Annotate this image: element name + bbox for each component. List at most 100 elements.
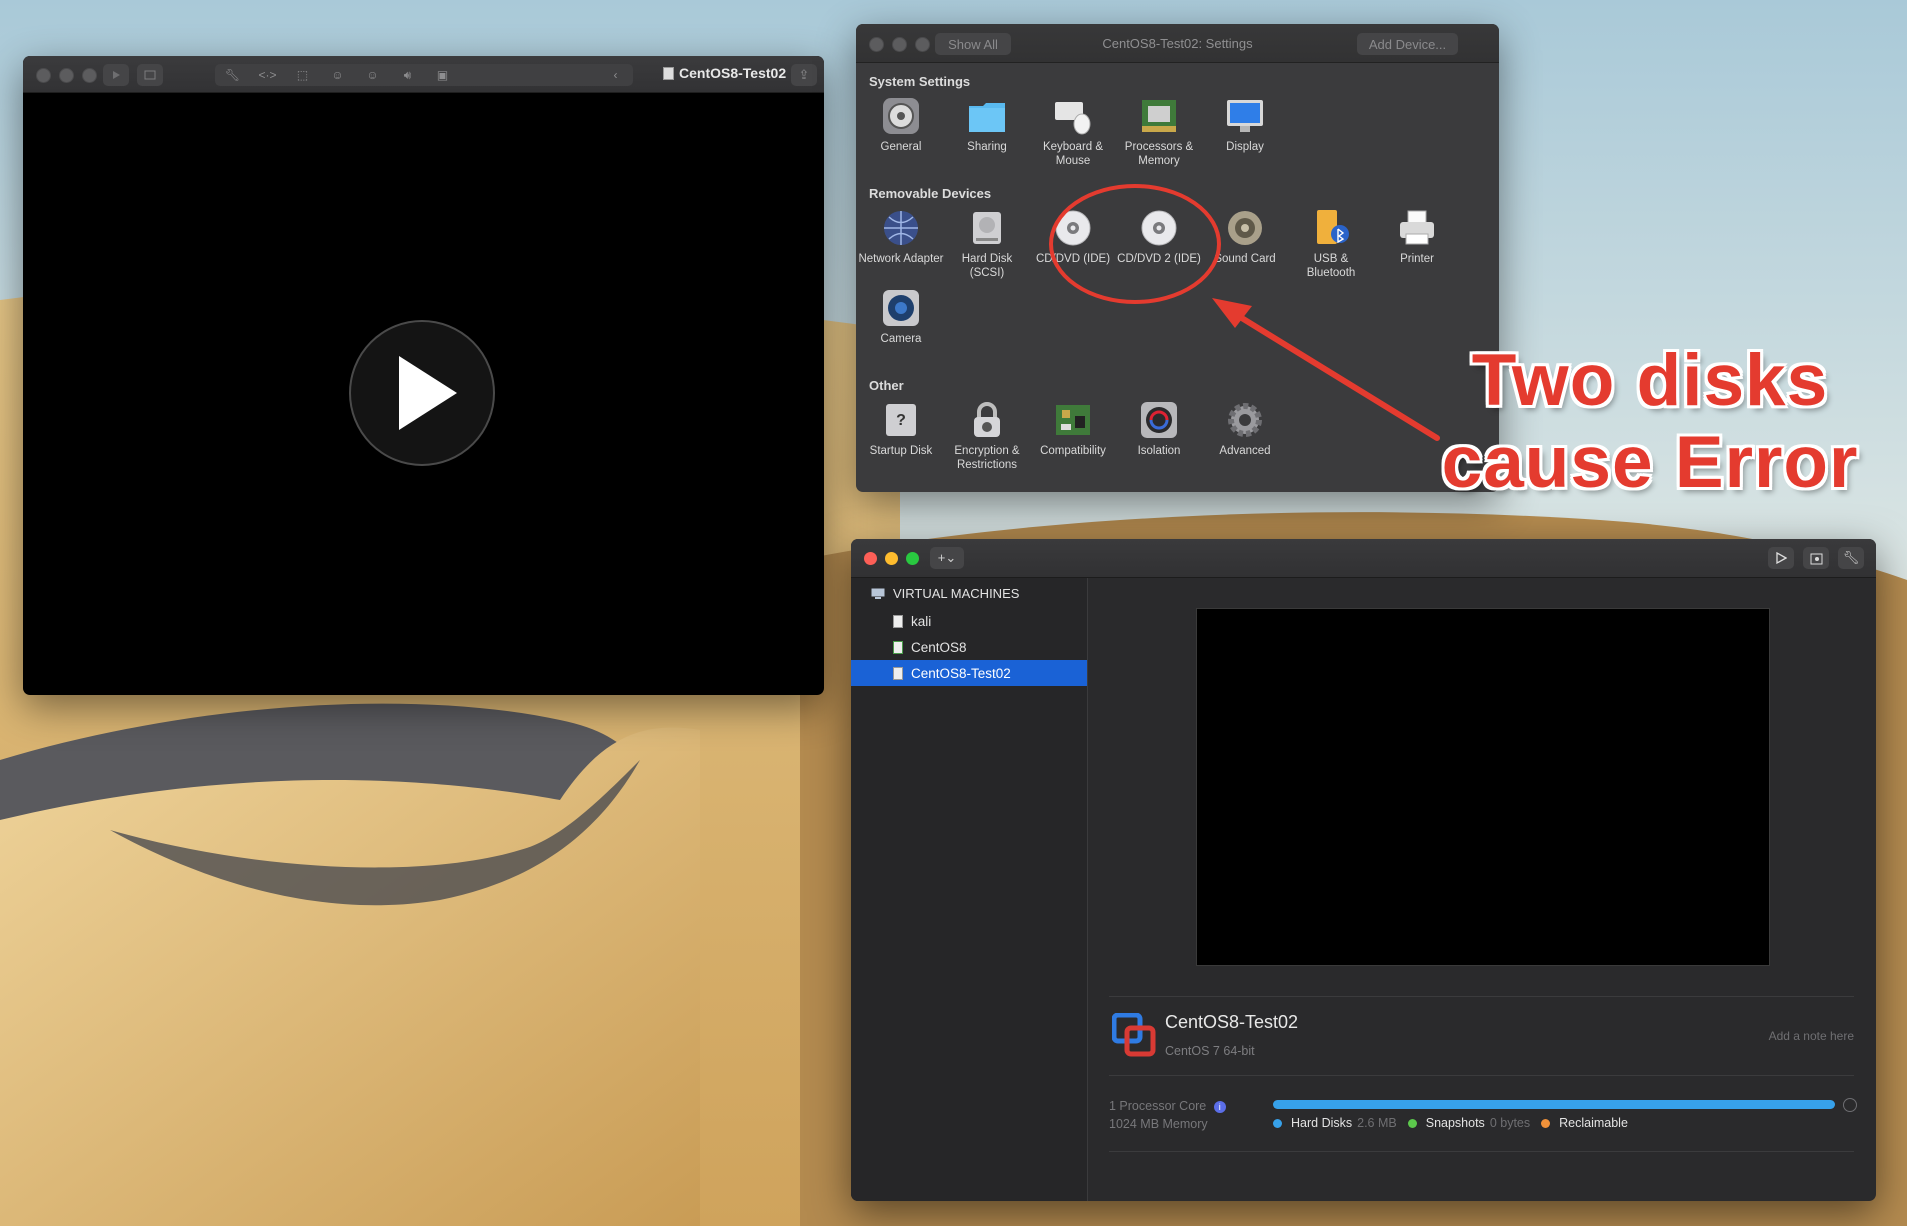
pref-display[interactable]: Display — [1202, 96, 1288, 154]
camera-icon[interactable]: ▣ — [425, 68, 460, 82]
section-heading-other: Other — [869, 378, 904, 393]
play-icon — [113, 71, 120, 79]
pref-advanced[interactable]: Advanced — [1202, 400, 1288, 458]
cd-icon — [1053, 208, 1093, 248]
device-toolbar: 🔧︎ <·> ⬚ ☺ ☺ 🔊︎ ▣ ‹ — [215, 64, 633, 86]
divider — [1109, 1075, 1854, 1076]
settings-titlebar: Show All CentOS8-Test02: Settings Add De… — [856, 24, 1499, 63]
pref-usb-bluetooth[interactable]: USB & Bluetooth — [1288, 208, 1374, 280]
sidebar-item-centos8[interactable]: CentOS8 — [851, 634, 1087, 660]
console-titlebar: 🔧︎ <·> ⬚ ☺ ☺ 🔊︎ ▣ ‹ CentOS8-Test02 ⇪ — [23, 56, 824, 93]
snapshot-icon — [1810, 553, 1822, 564]
section-heading-system: System Settings — [869, 74, 971, 89]
vm-sidebar: VIRTUAL MACHINES kali CentOS8 CentOS8-Te… — [851, 578, 1088, 1201]
legend-dot — [1273, 1118, 1282, 1128]
snapshot-toolbar-button[interactable] — [137, 64, 163, 86]
legend-hard-disks: Hard Disks 2.6 MB — [1273, 1116, 1397, 1130]
keyboard-mouse-icon — [1053, 96, 1093, 136]
sidebar-heading: VIRTUAL MACHINES — [871, 586, 1019, 601]
console-window-title: CentOS8-Test02 — [663, 65, 786, 81]
pref-keyboard-mouse[interactable]: Keyboard & Mouse — [1030, 96, 1116, 168]
pref-cd-dvd[interactable]: CD/DVD (IDE) — [1030, 208, 1116, 266]
pref-printer[interactable]: Printer — [1374, 208, 1460, 266]
vm-preview-thumbnail[interactable] — [1196, 608, 1770, 966]
pref-processors-memory[interactable]: Processors & Memory — [1116, 96, 1202, 168]
vm-specs: 1 Processor Core i 1024 MB Memory — [1109, 1097, 1226, 1133]
monitor-icon — [1225, 96, 1265, 136]
close-button[interactable] — [36, 68, 51, 83]
speaker-icon[interactable]: 🔊︎ — [390, 68, 425, 83]
pref-sharing[interactable]: Sharing — [944, 96, 1030, 154]
snapshot-icon — [144, 70, 156, 80]
pref-general[interactable]: General — [858, 96, 944, 154]
speaker-icon — [1225, 208, 1265, 248]
vm-console-window: 🔧︎ <·> ⬚ ☺ ☺ 🔊︎ ▣ ‹ CentOS8-Test02 ⇪ — [23, 56, 824, 695]
pref-sound-card[interactable]: Sound Card — [1202, 208, 1288, 266]
storage-legend: Hard Disks 2.6 MB Snapshots 0 bytes Recl… — [1273, 1116, 1628, 1130]
pref-camera[interactable]: Camera — [858, 288, 944, 346]
vmware-logo-icon — [1111, 1012, 1156, 1062]
storage-refresh-icon[interactable] — [1843, 1098, 1857, 1112]
sidebar-item-kali[interactable]: kali — [851, 608, 1087, 634]
legend-dot — [1407, 1118, 1417, 1128]
code-icon[interactable]: <·> — [250, 68, 285, 82]
vm-file-icon — [663, 66, 674, 80]
vm-library-window: +⌄ 🔧︎ VIRTUAL MACHINES kali CentOS8 Cent… — [851, 539, 1876, 1201]
window-controls — [36, 68, 97, 83]
gear-switch-icon — [881, 96, 921, 136]
storage-usage-bar — [1273, 1100, 1835, 1109]
vm-file-icon — [893, 666, 903, 680]
vm-file-icon — [893, 614, 903, 628]
computer-icon — [871, 588, 885, 599]
legend-dot — [1541, 1118, 1551, 1128]
wrench-icon[interactable]: 🔧︎ — [215, 68, 250, 82]
chevron-left-icon[interactable]: ‹ — [598, 68, 633, 82]
camera-icon — [881, 288, 921, 328]
window-controls — [864, 552, 919, 565]
user-icon[interactable]: ☺ — [320, 68, 355, 82]
pref-startup-disk[interactable]: ? Startup Disk — [858, 400, 944, 458]
play-icon — [1776, 552, 1787, 564]
play-toolbar-button[interactable] — [103, 64, 129, 86]
gear-icon — [1225, 400, 1265, 440]
pref-encryption-restrictions[interactable]: Encryption & Restrictions — [944, 400, 1030, 472]
globe-icon — [881, 208, 921, 248]
disk-icon[interactable]: ⬚ — [285, 68, 320, 82]
isolation-icon — [1139, 400, 1179, 440]
pref-compatibility[interactable]: Compatibility — [1030, 400, 1116, 458]
info-icon[interactable]: i — [1213, 1101, 1226, 1113]
vm-name: CentOS8-Test02 — [1165, 1012, 1299, 1032]
hard-disk-icon — [967, 208, 1007, 248]
wrench-icon: 🔧︎ — [1842, 550, 1860, 565]
play-icon — [399, 356, 457, 430]
section-heading-removable: Removable Devices — [869, 186, 992, 201]
close-button[interactable] — [864, 552, 877, 565]
processor-spec: 1 Processor Core i — [1109, 1097, 1226, 1115]
zoom-button[interactable] — [82, 68, 97, 83]
zoom-button[interactable] — [906, 552, 919, 565]
legend-snapshots: Snapshots 0 bytes — [1407, 1116, 1530, 1130]
divider — [1109, 1151, 1854, 1152]
vm-os: CentOS 7 64-bit — [1165, 1044, 1255, 1058]
minimize-button[interactable] — [59, 68, 74, 83]
snapshots-button[interactable] — [1803, 547, 1829, 569]
user-icon[interactable]: ☺ — [355, 68, 390, 82]
pref-cd-dvd-2[interactable]: CD/DVD 2 (IDE) — [1116, 208, 1202, 266]
settings-button[interactable]: 🔧︎ — [1838, 547, 1864, 569]
run-button[interactable] — [1768, 547, 1794, 569]
add-vm-menu-button[interactable]: +⌄ — [930, 547, 964, 569]
pref-isolation[interactable]: Isolation — [1116, 400, 1202, 458]
share-button[interactable]: ⇪ — [791, 64, 817, 86]
add-device-button[interactable]: Add Device... — [1357, 33, 1458, 55]
svg-text:?: ? — [896, 412, 906, 429]
settings-window: Show All CentOS8-Test02: Settings Add De… — [856, 24, 1499, 492]
start-vm-button[interactable] — [349, 320, 495, 466]
library-titlebar: +⌄ 🔧︎ — [851, 539, 1876, 578]
pref-hard-disk[interactable]: Hard Disk (SCSI) — [944, 208, 1030, 280]
padlock-icon — [967, 400, 1007, 440]
vm-file-icon — [893, 640, 903, 654]
sidebar-item-centos8-test02[interactable]: CentOS8-Test02 — [851, 660, 1087, 686]
minimize-button[interactable] — [885, 552, 898, 565]
add-note-field[interactable]: Add a note here — [1769, 1029, 1854, 1043]
pref-network-adapter[interactable]: Network Adapter — [858, 208, 944, 266]
